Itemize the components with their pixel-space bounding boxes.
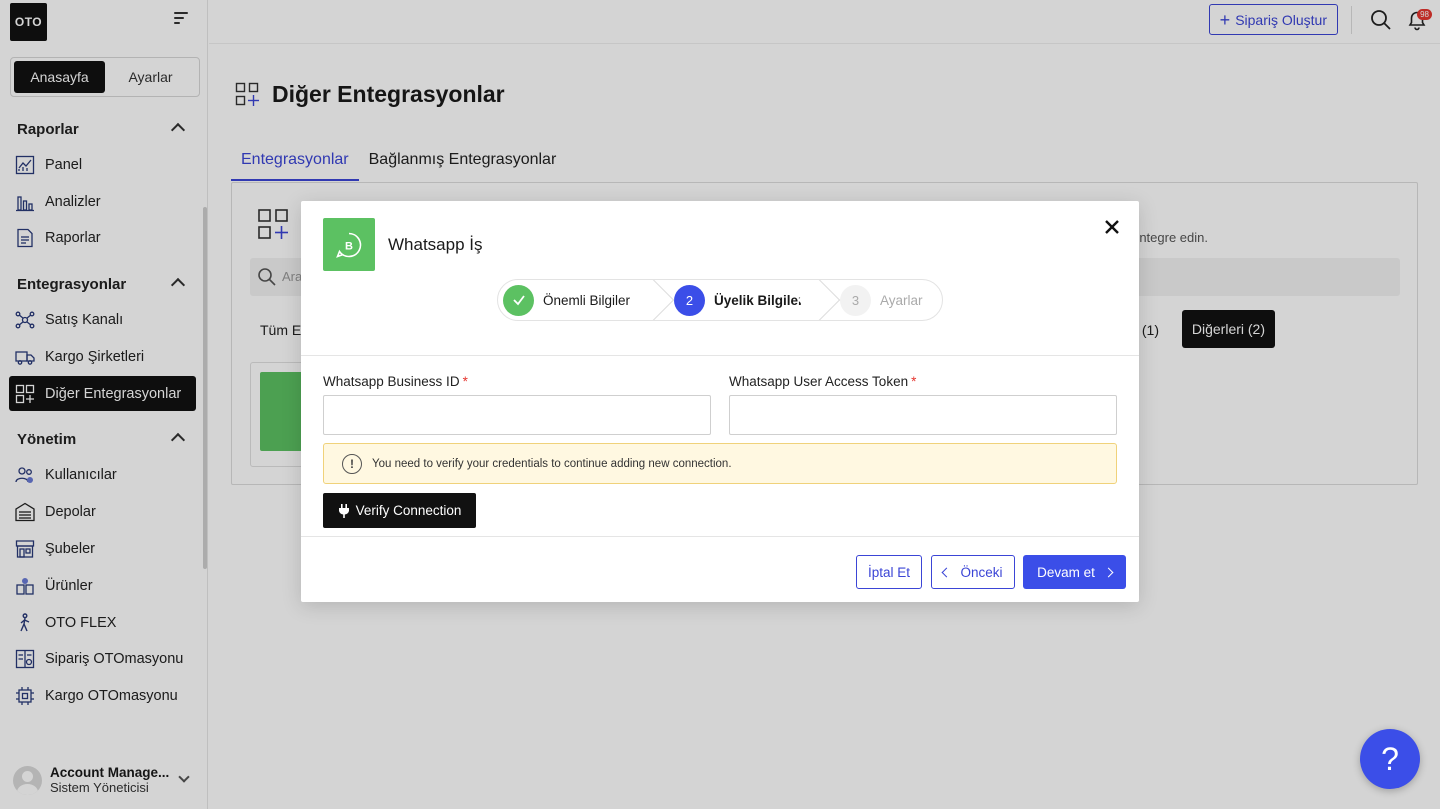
- step-membership-info[interactable]: 2 Üyelik Bilgileri: [656, 280, 841, 320]
- verify-connection-button[interactable]: Verify Connection: [323, 493, 476, 528]
- plug-icon: [338, 503, 349, 518]
- verify-label: Verify Connection: [355, 503, 462, 518]
- modal-title: Whatsapp İş: [388, 235, 483, 254]
- step-label: Ayarlar: [880, 292, 923, 308]
- stepper: Önemli Bilgiler 2 Üyelik Bilgileri 3 Aya…: [497, 279, 943, 321]
- cancel-button[interactable]: İptal Et: [856, 555, 922, 589]
- previous-button[interactable]: Önceki: [931, 555, 1015, 589]
- business-id-label-text: Whatsapp Business ID: [323, 374, 460, 389]
- alert-text: You need to verify your credentials to c…: [372, 457, 732, 470]
- step-label: Önemli Bilgiler: [543, 292, 631, 308]
- previous-label: Önceki: [960, 564, 1003, 580]
- chevron-left-icon: [942, 567, 952, 577]
- check-icon: [503, 284, 534, 316]
- required-mark: *: [911, 374, 917, 389]
- close-icon[interactable]: [1104, 219, 1120, 235]
- chevron-right-icon: [1103, 567, 1114, 577]
- divider: [301, 355, 1139, 356]
- continue-label: Devam et: [1037, 564, 1095, 580]
- exclamation-icon: !: [342, 453, 362, 474]
- whatsapp-business-logo: B: [323, 218, 375, 271]
- help-button[interactable]: ?: [1360, 729, 1420, 789]
- continue-button[interactable]: Devam et: [1023, 555, 1126, 589]
- required-mark: *: [462, 374, 468, 389]
- access-token-label: Whatsapp User Access Token *: [729, 374, 916, 389]
- step-number: 2: [674, 284, 705, 316]
- access-token-label-text: Whatsapp User Access Token: [729, 374, 909, 389]
- business-id-input[interactable]: [323, 395, 711, 435]
- integration-modal: B Whatsapp İş Önemli Bilgiler 2 Üyelik B…: [301, 201, 1139, 602]
- step-number: 3: [840, 284, 871, 316]
- verification-alert: ! You need to verify your credentials to…: [323, 443, 1117, 484]
- access-token-input[interactable]: [729, 395, 1117, 435]
- step-label: Üyelik Bilgileri: [714, 292, 808, 308]
- divider: [301, 536, 1139, 537]
- step-important-info[interactable]: Önemli Bilgiler: [498, 280, 675, 320]
- business-id-label: Whatsapp Business ID *: [323, 374, 468, 389]
- svg-text:B: B: [345, 240, 353, 252]
